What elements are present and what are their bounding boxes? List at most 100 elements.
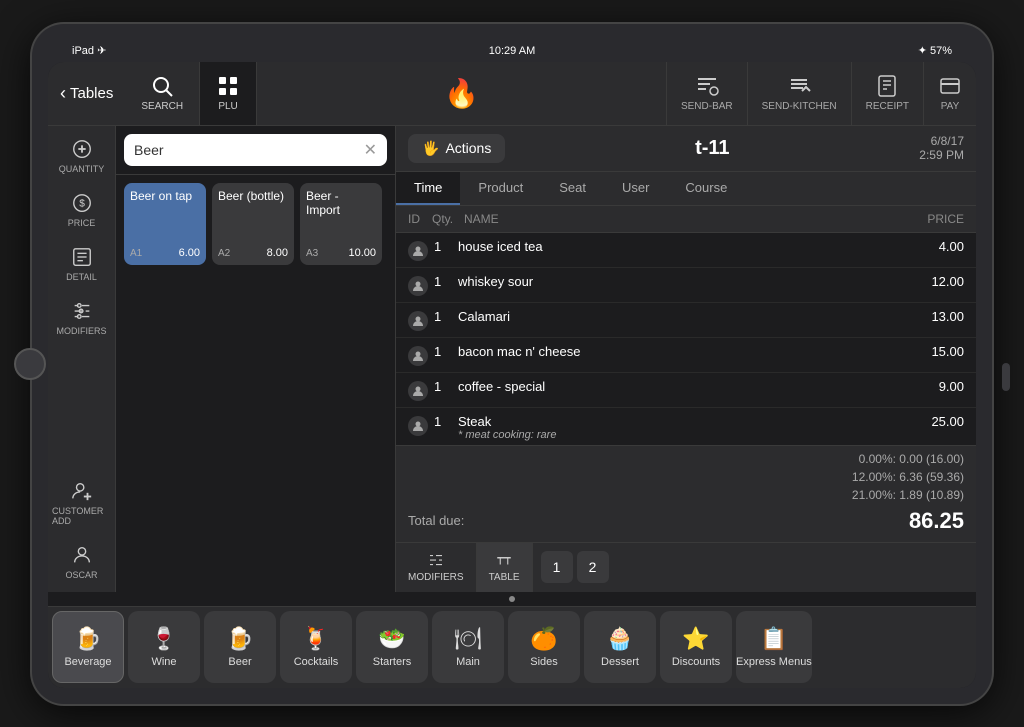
beverage-label: Beverage xyxy=(64,656,111,668)
product-card-1[interactable]: Beer (bottle) A2 8.00 xyxy=(212,183,294,265)
home-button[interactable] xyxy=(14,348,46,380)
product-grid: Beer on tap A1 6.00 Beer (bottle) A2 8.0… xyxy=(116,175,395,273)
category-beer[interactable]: 🍺 Beer xyxy=(204,611,276,683)
modifiers-sidebar-label: MODIFIERS xyxy=(56,326,106,336)
back-button[interactable]: ‹ Tables xyxy=(48,83,125,104)
logo-area: 🔥 xyxy=(257,77,666,110)
category-dessert[interactable]: 🧁 Dessert xyxy=(584,611,656,683)
seat-icon-5 xyxy=(412,420,424,432)
send-kitchen-button[interactable]: SEND-KITCHEN xyxy=(747,62,851,125)
item-name-wrap-0: house iced tea xyxy=(458,239,914,254)
table-name: t-11 xyxy=(695,137,729,160)
logo-flame: 🔥 xyxy=(444,77,479,110)
product-name-2: Beer - Import xyxy=(306,189,376,218)
category-starters[interactable]: 🥗 Starters xyxy=(356,611,428,683)
customer-add-label: CUSTOMER ADD xyxy=(52,506,111,526)
seat-icon-1 xyxy=(412,280,424,292)
table-footer-button[interactable]: TABLE xyxy=(477,543,533,592)
status-left: iPad ✈ xyxy=(72,44,106,57)
order-time: 2:59 PM xyxy=(919,148,964,162)
order-item-0[interactable]: 1 house iced tea 4.00 xyxy=(396,233,976,268)
tab-user[interactable]: User xyxy=(604,172,667,205)
modifiers-footer-button[interactable]: MODIFIERS xyxy=(396,543,477,592)
oscar-button[interactable]: OSCAR xyxy=(48,536,115,588)
order-item-5[interactable]: 1 Steak * meat cooking: rare 25.00 xyxy=(396,408,976,445)
seat-icon-4 xyxy=(412,385,424,397)
order-item-2[interactable]: 1 Calamari 13.00 xyxy=(396,303,976,338)
category-wine[interactable]: 🍷 Wine xyxy=(128,611,200,683)
detail-button[interactable]: DETAIL xyxy=(48,238,115,290)
modifiers-sidebar-icon xyxy=(71,300,93,322)
seat-badge-3 xyxy=(408,346,428,366)
product-card-0[interactable]: Beer on tap A1 6.00 xyxy=(124,183,206,265)
receipt-button[interactable]: RECEIPT xyxy=(851,62,923,125)
modifiers-footer-label: MODIFIERS xyxy=(408,572,464,583)
actions-button[interactable]: 🖐 Actions xyxy=(408,134,505,163)
item-name-wrap-3: bacon mac n' cheese xyxy=(458,344,914,359)
receipt-label: RECEIPT xyxy=(866,101,909,112)
search-clear-icon[interactable]: ✕ xyxy=(364,140,377,160)
back-label: Tables xyxy=(70,85,113,102)
oscar-icon xyxy=(71,544,93,566)
order-tabs: Time Product Seat User Course xyxy=(396,172,976,206)
item-name-4: coffee - special xyxy=(458,379,914,394)
category-express-menus[interactable]: 📋 Express Menus xyxy=(736,611,812,683)
price-label: PRICE xyxy=(68,218,96,228)
tab-time[interactable]: Time xyxy=(396,172,460,205)
main-label: Main xyxy=(456,656,480,668)
table-footer-icon xyxy=(495,551,513,569)
category-main[interactable]: 🍽 Main xyxy=(432,611,504,683)
seat-1-button[interactable]: 1 xyxy=(541,551,573,583)
oscar-label: OSCAR xyxy=(65,570,97,580)
item-name-0: house iced tea xyxy=(458,239,914,254)
order-totals: 0.00%: 0.00 (16.00) 12.00%: 6.36 (59.36)… xyxy=(396,445,976,542)
cocktails-label: Cocktails xyxy=(294,656,339,668)
send-bar-button[interactable]: SEND-BAR xyxy=(666,62,747,125)
quantity-icon xyxy=(71,138,93,160)
order-item-3[interactable]: 1 bacon mac n' cheese 15.00 xyxy=(396,338,976,373)
right-icons: SEND-BAR SEND-KITCHEN RECEIPT PAY xyxy=(666,62,976,125)
tab-seat[interactable]: Seat xyxy=(541,172,604,205)
body-area: QUANTITY $ PRICE DETAIL MODIFIERS xyxy=(48,126,976,592)
starters-label: Starters xyxy=(373,656,412,668)
category-cocktails[interactable]: 🍹 Cocktails xyxy=(280,611,352,683)
item-qty-1: 1 xyxy=(434,274,458,289)
item-price-0: 4.00 xyxy=(914,239,964,254)
product-code-1: A2 xyxy=(218,248,230,259)
ipad-label: iPad ✈ xyxy=(72,44,106,57)
product-price-1: 8.00 xyxy=(267,247,288,259)
order-item-4[interactable]: 1 coffee - special 9.00 xyxy=(396,373,976,408)
order-area: 🖐 Actions t-11 6/8/17 2:59 PM Time Produ… xyxy=(396,126,976,592)
price-button[interactable]: $ PRICE xyxy=(48,184,115,236)
item-name-wrap-2: Calamari xyxy=(458,309,914,324)
discounts-label: Discounts xyxy=(672,656,720,668)
top-bar: ‹ Tables SEARCH PLU 🔥 xyxy=(48,62,976,126)
price-icon: $ xyxy=(71,192,93,214)
status-bar: iPad ✈ 10:29 AM ✦ 57% xyxy=(48,40,976,62)
category-sides[interactable]: 🍊 Sides xyxy=(508,611,580,683)
col-qty: Qty. xyxy=(432,212,464,226)
search-button[interactable]: SEARCH xyxy=(125,62,200,125)
tab-product[interactable]: Product xyxy=(460,172,541,205)
beer-label: Beer xyxy=(228,656,251,668)
pay-button[interactable]: PAY xyxy=(923,62,976,125)
side-button xyxy=(1002,363,1010,391)
search-input[interactable] xyxy=(134,142,358,158)
customer-add-button[interactable]: CUSTOMER ADD xyxy=(48,472,115,534)
category-discounts[interactable]: ⭐ Discounts xyxy=(660,611,732,683)
tab-course[interactable]: Course xyxy=(667,172,745,205)
dessert-label: Dessert xyxy=(601,656,639,668)
category-beverage[interactable]: 🍺 Beverage xyxy=(52,611,124,683)
product-card-2[interactable]: Beer - Import A3 10.00 xyxy=(300,183,382,265)
search-input-wrap[interactable]: ✕ xyxy=(124,134,387,166)
seat-2-button[interactable]: 2 xyxy=(577,551,609,583)
seat-icon-2 xyxy=(412,315,424,327)
left-sidebar: QUANTITY $ PRICE DETAIL MODIFIERS xyxy=(48,126,116,592)
modifiers-sidebar-button[interactable]: MODIFIERS xyxy=(48,292,115,344)
beer-icon: 🍺 xyxy=(226,626,253,652)
plu-button[interactable]: PLU xyxy=(200,62,257,125)
quantity-button[interactable]: QUANTITY xyxy=(48,130,115,182)
order-item-1[interactable]: 1 whiskey sour 12.00 xyxy=(396,268,976,303)
product-footer-1: A2 8.00 xyxy=(218,247,288,259)
starters-icon: 🥗 xyxy=(378,626,405,652)
